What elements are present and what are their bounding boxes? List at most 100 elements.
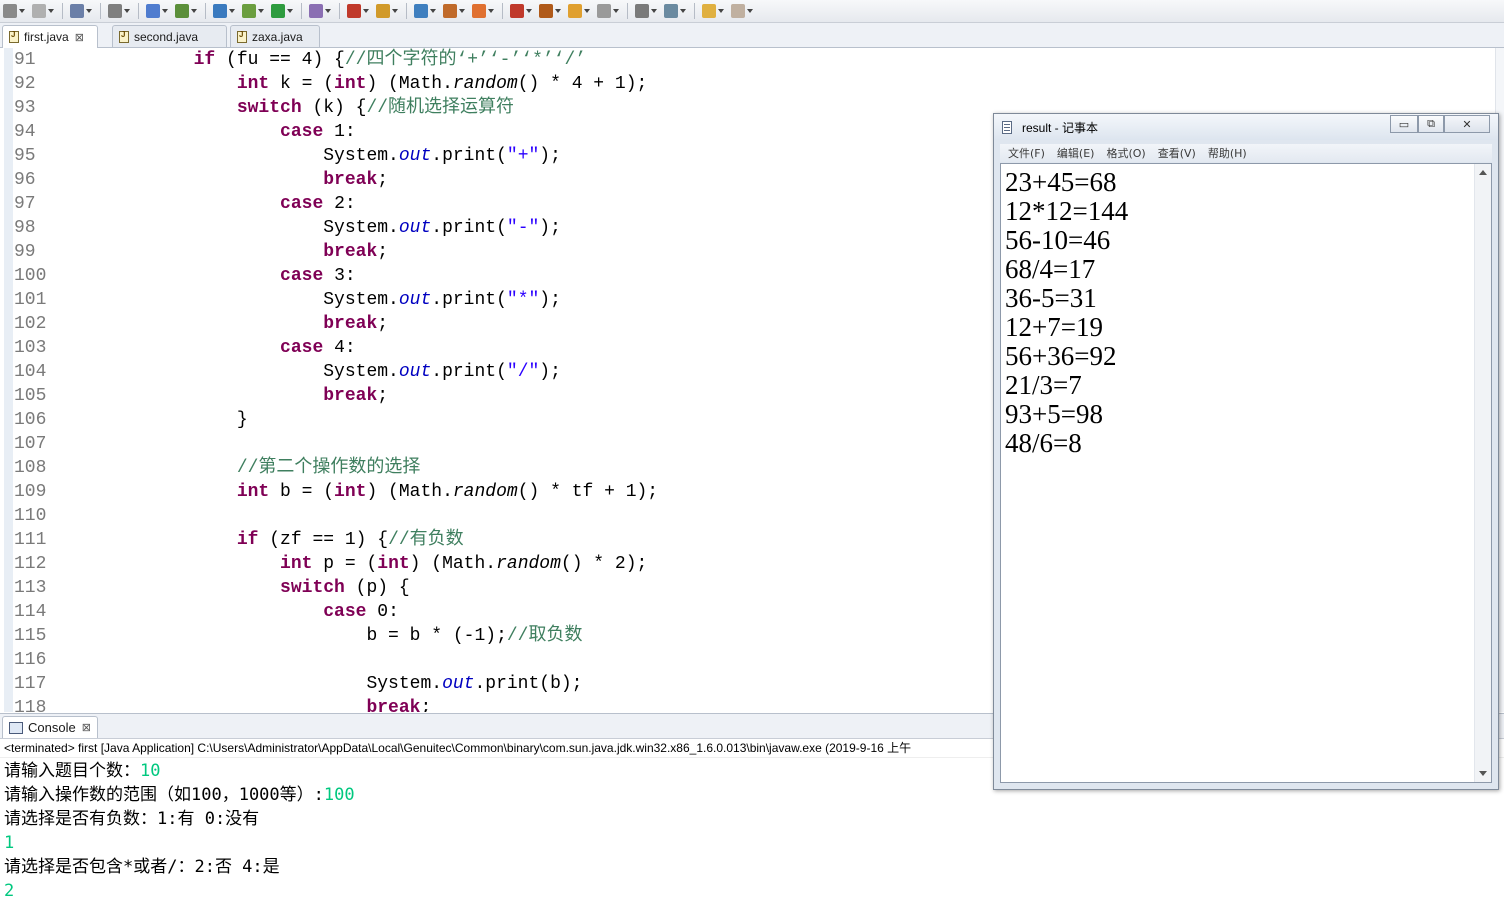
console-tab-label: Console (28, 720, 76, 735)
menu-file[interactable]: 文件(F) (1008, 145, 1045, 161)
toolbar-icon (271, 4, 285, 18)
dropdown-arrow-icon[interactable] (747, 9, 753, 13)
tab-first-java[interactable]: first.java ⊠ (2, 25, 98, 48)
toolbar-separator (301, 3, 302, 19)
line-number: 103 (14, 338, 47, 358)
notepad-text-area[interactable]: 23+45=68 12*12=144 56-10=46 68/4=17 36-5=31 1… (1000, 163, 1492, 783)
toolbar-icon (242, 4, 256, 18)
line-number: 113 (14, 578, 47, 598)
toolbar-separator (694, 3, 695, 19)
code-line: 105 break; (0, 384, 990, 408)
dropdown-arrow-icon[interactable] (430, 9, 436, 13)
maximize-button[interactable]: ⧉ (1418, 115, 1444, 133)
tab-zaxa-java[interactable]: zaxa.java (230, 25, 320, 47)
toolbar-button-13[interactable] (443, 2, 469, 20)
dropdown-arrow-icon[interactable] (48, 9, 54, 13)
code-text: break; (366, 698, 432, 712)
dropdown-arrow-icon[interactable] (488, 9, 494, 13)
result-line: 56+36=92 (1005, 341, 1117, 371)
toolbar-button-2[interactable] (70, 2, 96, 20)
dropdown-arrow-icon[interactable] (258, 9, 264, 13)
java-file-icon (237, 30, 247, 43)
notepad-scrollbar[interactable] (1474, 164, 1491, 782)
dropdown-arrow-icon[interactable] (584, 9, 590, 13)
result-line: 93+5=98 (1005, 399, 1103, 429)
dropdown-arrow-icon[interactable] (555, 9, 561, 13)
toolbar-icon (347, 4, 361, 18)
scroll-up-icon[interactable] (1479, 170, 1487, 175)
dropdown-arrow-icon[interactable] (124, 9, 130, 13)
toolbar-button-15[interactable] (510, 2, 536, 20)
toolbar-button-17[interactable] (568, 2, 594, 20)
code-text: //第二个操作数的选择 (236, 458, 421, 478)
toolbar-button-10[interactable] (347, 2, 373, 20)
close-tab-icon[interactable]: ⊠ (82, 721, 91, 734)
dropdown-arrow-icon[interactable] (392, 9, 398, 13)
code-line: 92 int k = (int) (Math.random() * 4 + 1)… (0, 72, 990, 96)
console-icon (9, 721, 23, 734)
toolbar-icon (539, 4, 553, 18)
toolbar-button-19[interactable] (635, 2, 661, 20)
dropdown-arrow-icon[interactable] (162, 9, 168, 13)
line-number: 102 (14, 314, 47, 334)
toolbar-button-11[interactable] (376, 2, 402, 20)
toolbar-button-0[interactable] (3, 2, 29, 20)
dropdown-arrow-icon[interactable] (363, 9, 369, 13)
tab-console[interactable]: Console ⊠ (2, 716, 98, 738)
dropdown-arrow-icon[interactable] (287, 9, 293, 13)
code-text: break; (323, 170, 389, 190)
menu-edit[interactable]: 编辑(E) (1057, 145, 1095, 161)
dropdown-arrow-icon[interactable] (526, 9, 532, 13)
toolbar-icon (635, 4, 649, 18)
dropdown-arrow-icon[interactable] (19, 9, 25, 13)
toolbar-button-1[interactable] (32, 2, 58, 20)
code-line: 110 (0, 504, 990, 528)
notepad-window[interactable]: result - 记事本 ▭ ⧉ ✕ 文件(F) 编辑(E) 格式(O) 查看(… (993, 113, 1499, 790)
scroll-down-icon[interactable] (1479, 771, 1487, 776)
dropdown-arrow-icon[interactable] (86, 9, 92, 13)
toolbar-button-5[interactable] (175, 2, 201, 20)
dropdown-arrow-icon[interactable] (191, 9, 197, 13)
dropdown-arrow-icon[interactable] (325, 9, 331, 13)
dropdown-arrow-icon[interactable] (229, 9, 235, 13)
toolbar-button-7[interactable] (242, 2, 268, 20)
tab-second-java[interactable]: second.java (112, 25, 227, 47)
menu-view[interactable]: 查看(V) (1158, 145, 1196, 161)
console-line: 请选择是否有负数：1:有 0:没有 (4, 809, 260, 829)
close-button[interactable]: ✕ (1444, 115, 1490, 133)
minimize-button[interactable]: ▭ (1390, 115, 1418, 133)
notepad-title-bar[interactable]: result - 记事本 ▭ ⧉ ✕ (994, 114, 1498, 140)
code-line: 104 System.out.print("/"); (0, 360, 990, 384)
toolbar-button-22[interactable] (731, 2, 757, 20)
dropdown-arrow-icon[interactable] (651, 9, 657, 13)
toolbar-separator (339, 3, 340, 19)
close-tab-icon[interactable]: ⊠ (75, 31, 84, 44)
toolbar-button-4[interactable] (146, 2, 172, 20)
toolbar-button-8[interactable] (271, 2, 297, 20)
line-number: 91 (14, 50, 36, 70)
toolbar-button-16[interactable] (539, 2, 565, 20)
toolbar-button-20[interactable] (664, 2, 690, 20)
toolbar-icon (731, 4, 745, 18)
menu-help[interactable]: 帮助(H) (1208, 145, 1247, 161)
toolbar-button-9[interactable] (309, 2, 335, 20)
line-number: 99 (14, 242, 36, 262)
dropdown-arrow-icon[interactable] (718, 9, 724, 13)
code-text: break; (323, 314, 389, 334)
toolbar-button-6[interactable] (213, 2, 239, 20)
menu-format[interactable]: 格式(O) (1106, 145, 1145, 161)
line-number: 95 (14, 146, 36, 166)
result-line: 23+45=68 (1005, 167, 1117, 197)
code-text: System.out.print("+"); (64, 146, 561, 166)
code-text: case 0: (323, 602, 399, 622)
toolbar-button-14[interactable] (472, 2, 498, 20)
toolbar-button-21[interactable] (702, 2, 728, 20)
console-line: 请输入操作数的范围（如100，1000等）:100 (4, 785, 355, 805)
dropdown-arrow-icon[interactable] (459, 9, 465, 13)
dropdown-arrow-icon[interactable] (613, 9, 619, 13)
toolbar-button-3[interactable] (108, 2, 134, 20)
dropdown-arrow-icon[interactable] (680, 9, 686, 13)
toolbar-button-18[interactable] (597, 2, 623, 20)
line-number: 116 (14, 650, 47, 670)
toolbar-button-12[interactable] (414, 2, 440, 20)
